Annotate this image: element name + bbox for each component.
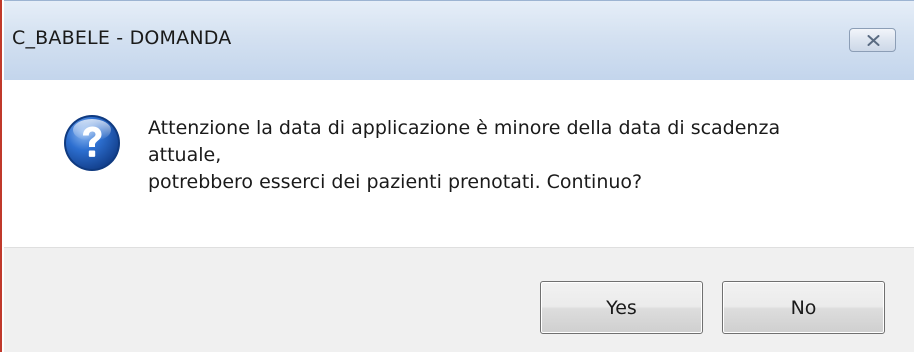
close-icon <box>867 35 880 46</box>
title-bar: C_BABELE - DOMANDA <box>4 0 914 80</box>
yes-button[interactable]: Yes <box>540 281 703 334</box>
no-button[interactable]: No <box>722 281 885 334</box>
message-line: attuale, <box>148 144 222 166</box>
close-button[interactable] <box>849 28 896 52</box>
message-line: potrebbero esserci dei pazienti prenotat… <box>148 171 643 193</box>
question-dialog: C_BABELE - DOMANDA Attenzione la data di… <box>0 0 914 352</box>
message-text: Attenzione la data di applicazione è min… <box>148 115 888 196</box>
window-title: C_BABELE - DOMANDA <box>12 27 232 49</box>
question-icon <box>64 115 120 171</box>
message-line: Attenzione la data di applicazione è min… <box>148 117 781 139</box>
